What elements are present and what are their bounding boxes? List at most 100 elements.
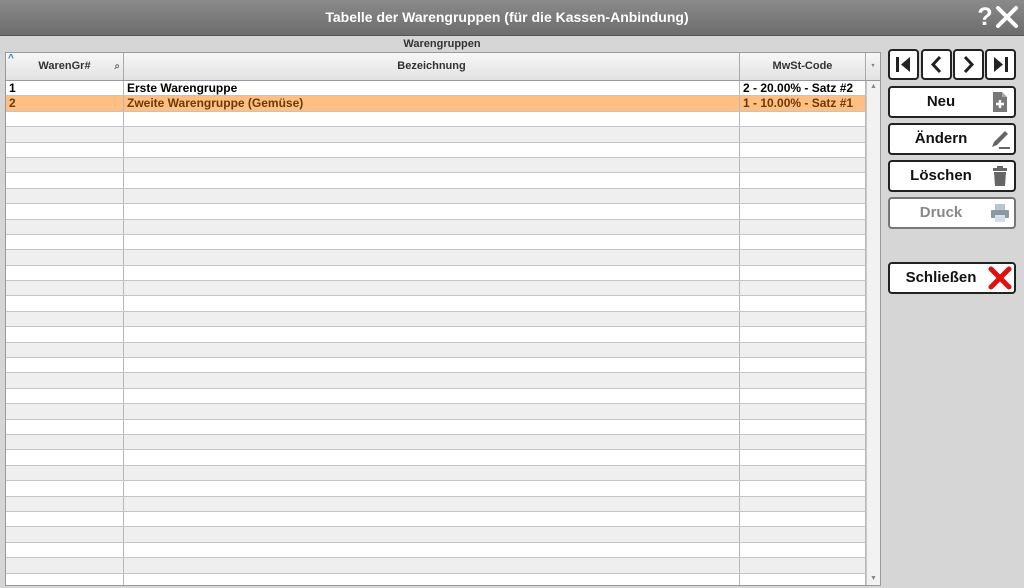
cell-mwst-code[interactable] — [740, 573, 866, 585]
empty-table-row[interactable] — [6, 573, 866, 585]
cell-mwst-code[interactable] — [740, 296, 866, 311]
cell-warengr[interactable] — [6, 404, 124, 419]
empty-table-row[interactable] — [6, 419, 866, 435]
table-row[interactable]: 2 Zweite Warengruppe (Gemüse) 1 - 10.00% -… — [6, 96, 866, 112]
cell-bezeichnung[interactable] — [124, 542, 740, 558]
cell-bezeichnung[interactable] — [124, 327, 740, 342]
cell-mwst-code[interactable] — [740, 142, 866, 157]
empty-table-row[interactable] — [6, 250, 866, 266]
cell-bezeichnung[interactable] — [124, 173, 740, 188]
cell-warengr[interactable]: 2 — [6, 96, 124, 111]
cell-bezeichnung[interactable] — [124, 234, 740, 250]
cell-bezeichnung[interactable] — [124, 142, 740, 157]
cell-warengr[interactable] — [6, 265, 124, 281]
cell-warengr[interactable] — [6, 358, 124, 373]
cell-bezeichnung[interactable] — [124, 204, 740, 219]
cell-mwst-code[interactable] — [740, 434, 866, 450]
cell-bezeichnung[interactable] — [124, 281, 740, 296]
previous-record-button[interactable] — [921, 49, 952, 80]
cell-bezeichnung[interactable] — [124, 527, 740, 542]
vertical-scrollbar[interactable]: ▲ ▼ — [866, 81, 880, 585]
empty-table-row[interactable] — [6, 234, 866, 251]
cell-warengr[interactable] — [6, 511, 124, 527]
cell-warengr[interactable] — [6, 204, 124, 219]
cell-mwst-code[interactable] — [740, 527, 866, 542]
cell-mwst-code[interactable] — [740, 234, 866, 250]
first-record-button[interactable] — [888, 49, 919, 80]
cell-warengr[interactable] — [6, 250, 124, 265]
cell-warengr[interactable]: 1 — [6, 81, 124, 96]
cell-mwst-code[interactable] — [740, 358, 866, 373]
last-record-button[interactable] — [985, 49, 1016, 80]
cell-bezeichnung[interactable] — [124, 434, 740, 450]
cell-bezeichnung[interactable] — [124, 419, 740, 434]
empty-table-row[interactable] — [6, 558, 866, 574]
cell-warengr[interactable] — [6, 281, 124, 296]
cell-warengr[interactable] — [6, 111, 124, 127]
edit-button[interactable]: Ändern — [888, 123, 1016, 155]
cell-mwst-code[interactable] — [740, 127, 866, 142]
delete-button[interactable]: Löschen — [888, 160, 1016, 192]
cell-bezeichnung[interactable] — [124, 450, 740, 465]
cell-mwst-code[interactable] — [740, 419, 866, 434]
empty-table-row[interactable] — [6, 342, 866, 359]
cell-mwst-code[interactable] — [740, 204, 866, 219]
cell-mwst-code[interactable] — [740, 558, 866, 573]
cell-mwst-code[interactable] — [740, 388, 866, 404]
empty-table-row[interactable] — [6, 542, 866, 559]
cell-warengr[interactable] — [6, 219, 124, 234]
cell-mwst-code[interactable] — [740, 511, 866, 527]
column-chooser-icon[interactable]: ▾ — [866, 53, 880, 80]
cell-warengr[interactable] — [6, 173, 124, 188]
cell-warengr[interactable] — [6, 419, 124, 434]
new-button[interactable]: Neu — [888, 86, 1016, 118]
cell-bezeichnung[interactable] — [124, 496, 740, 511]
empty-table-row[interactable] — [6, 188, 866, 205]
cell-mwst-code[interactable] — [740, 111, 866, 127]
cell-warengr[interactable] — [6, 481, 124, 496]
empty-table-row[interactable] — [6, 311, 866, 328]
cell-warengr[interactable] — [6, 296, 124, 311]
empty-table-row[interactable] — [6, 388, 866, 405]
empty-table-row[interactable] — [6, 511, 866, 528]
cell-warengr[interactable] — [6, 234, 124, 250]
scroll-down-icon[interactable]: ▼ — [867, 573, 880, 585]
cell-bezeichnung[interactable] — [124, 573, 740, 585]
cell-bezeichnung[interactable] — [124, 388, 740, 404]
cell-warengr[interactable] — [6, 157, 124, 173]
cell-warengr[interactable] — [6, 142, 124, 157]
cell-warengr[interactable] — [6, 527, 124, 542]
empty-table-row[interactable] — [6, 296, 866, 312]
empty-table-row[interactable] — [6, 496, 866, 512]
cell-mwst-code[interactable] — [740, 250, 866, 265]
cell-mwst-code[interactable] — [740, 342, 866, 358]
cell-warengr[interactable] — [6, 311, 124, 327]
cell-warengr[interactable] — [6, 373, 124, 388]
table-row[interactable]: 1 Erste Warengruppe 2 - 20.00% - Satz #2 — [6, 81, 866, 97]
cell-mwst-code[interactable] — [740, 542, 866, 558]
cell-bezeichnung[interactable] — [124, 296, 740, 311]
empty-table-row[interactable] — [6, 173, 866, 189]
cell-warengr[interactable] — [6, 388, 124, 404]
empty-table-row[interactable] — [6, 265, 866, 282]
cell-bezeichnung[interactable] — [124, 188, 740, 204]
empty-table-row[interactable] — [6, 373, 866, 389]
cell-mwst-code[interactable] — [740, 157, 866, 173]
cell-warengr[interactable] — [6, 558, 124, 573]
close-window-icon[interactable] — [994, 4, 1020, 30]
cell-bezeichnung[interactable] — [124, 219, 740, 234]
empty-table-row[interactable] — [6, 481, 866, 497]
cell-mwst-code[interactable] — [740, 465, 866, 481]
cell-bezeichnung[interactable] — [124, 265, 740, 281]
cell-bezeichnung[interactable] — [124, 481, 740, 496]
cell-bezeichnung[interactable] — [124, 127, 740, 142]
cell-mwst-code[interactable] — [740, 173, 866, 188]
cell-mwst-code[interactable] — [740, 404, 866, 419]
cell-mwst-code[interactable] — [740, 265, 866, 281]
cell-mwst-code[interactable] — [740, 219, 866, 234]
cell-bezeichnung[interactable] — [124, 342, 740, 358]
empty-table-row[interactable] — [6, 142, 866, 158]
cell-bezeichnung[interactable] — [124, 250, 740, 265]
cell-mwst-code[interactable] — [740, 481, 866, 496]
empty-table-row[interactable] — [6, 111, 866, 128]
